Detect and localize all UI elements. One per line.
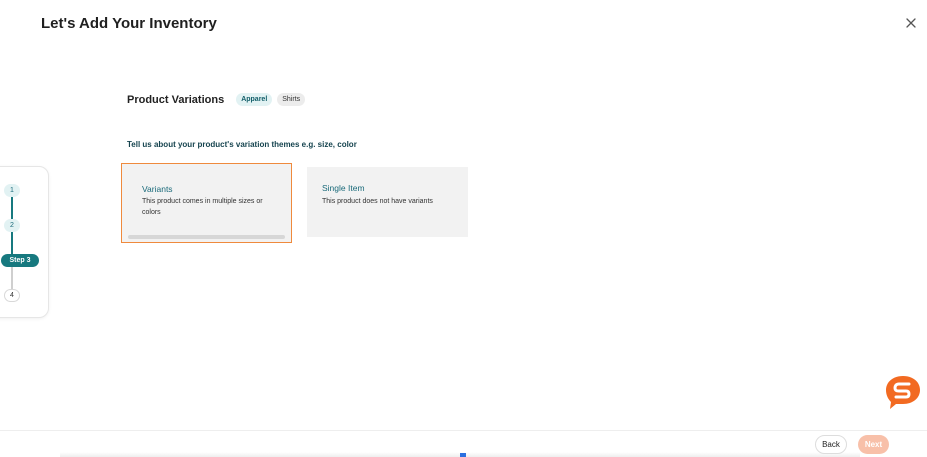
option-variants-card[interactable]: Variants This product comes in multiple … (121, 163, 292, 243)
step-3-active: Step 3 (1, 254, 39, 267)
step-connector (11, 197, 13, 219)
option-title: Variants (142, 184, 173, 194)
step-connector (11, 232, 13, 254)
scroll-indicator (460, 453, 466, 457)
step-2[interactable]: 2 (4, 219, 20, 232)
step-4[interactable]: 4 (4, 289, 20, 302)
card-scrollbar (128, 235, 285, 239)
next-button[interactable]: Next (858, 435, 889, 454)
footer-divider (0, 430, 927, 431)
tag-shirts: Shirts (277, 93, 306, 106)
option-description: This product comes in multiple sizes or … (142, 198, 263, 216)
section-title: Product Variations (127, 93, 225, 106)
option-title: Single Item (322, 183, 365, 193)
chat-bubble-s-icon[interactable] (884, 374, 922, 410)
option-single-item-card[interactable]: Single Item This product does not have v… (307, 167, 468, 237)
tag-apparel: Apparel (236, 93, 273, 106)
step-1[interactable]: 1 (4, 184, 20, 197)
option-description: This product does not have variants (322, 198, 433, 205)
variation-prompt: Tell us about your product's variation t… (127, 140, 357, 149)
close-icon[interactable] (904, 16, 918, 30)
page-title: Let's Add Your Inventory (41, 15, 217, 32)
section-header: Product Variations Apparel Shirts (127, 93, 310, 106)
progress-stepper: 1 2 Step 3 4 (0, 166, 49, 318)
step-connector (11, 267, 13, 289)
back-button[interactable]: Back (815, 435, 847, 454)
